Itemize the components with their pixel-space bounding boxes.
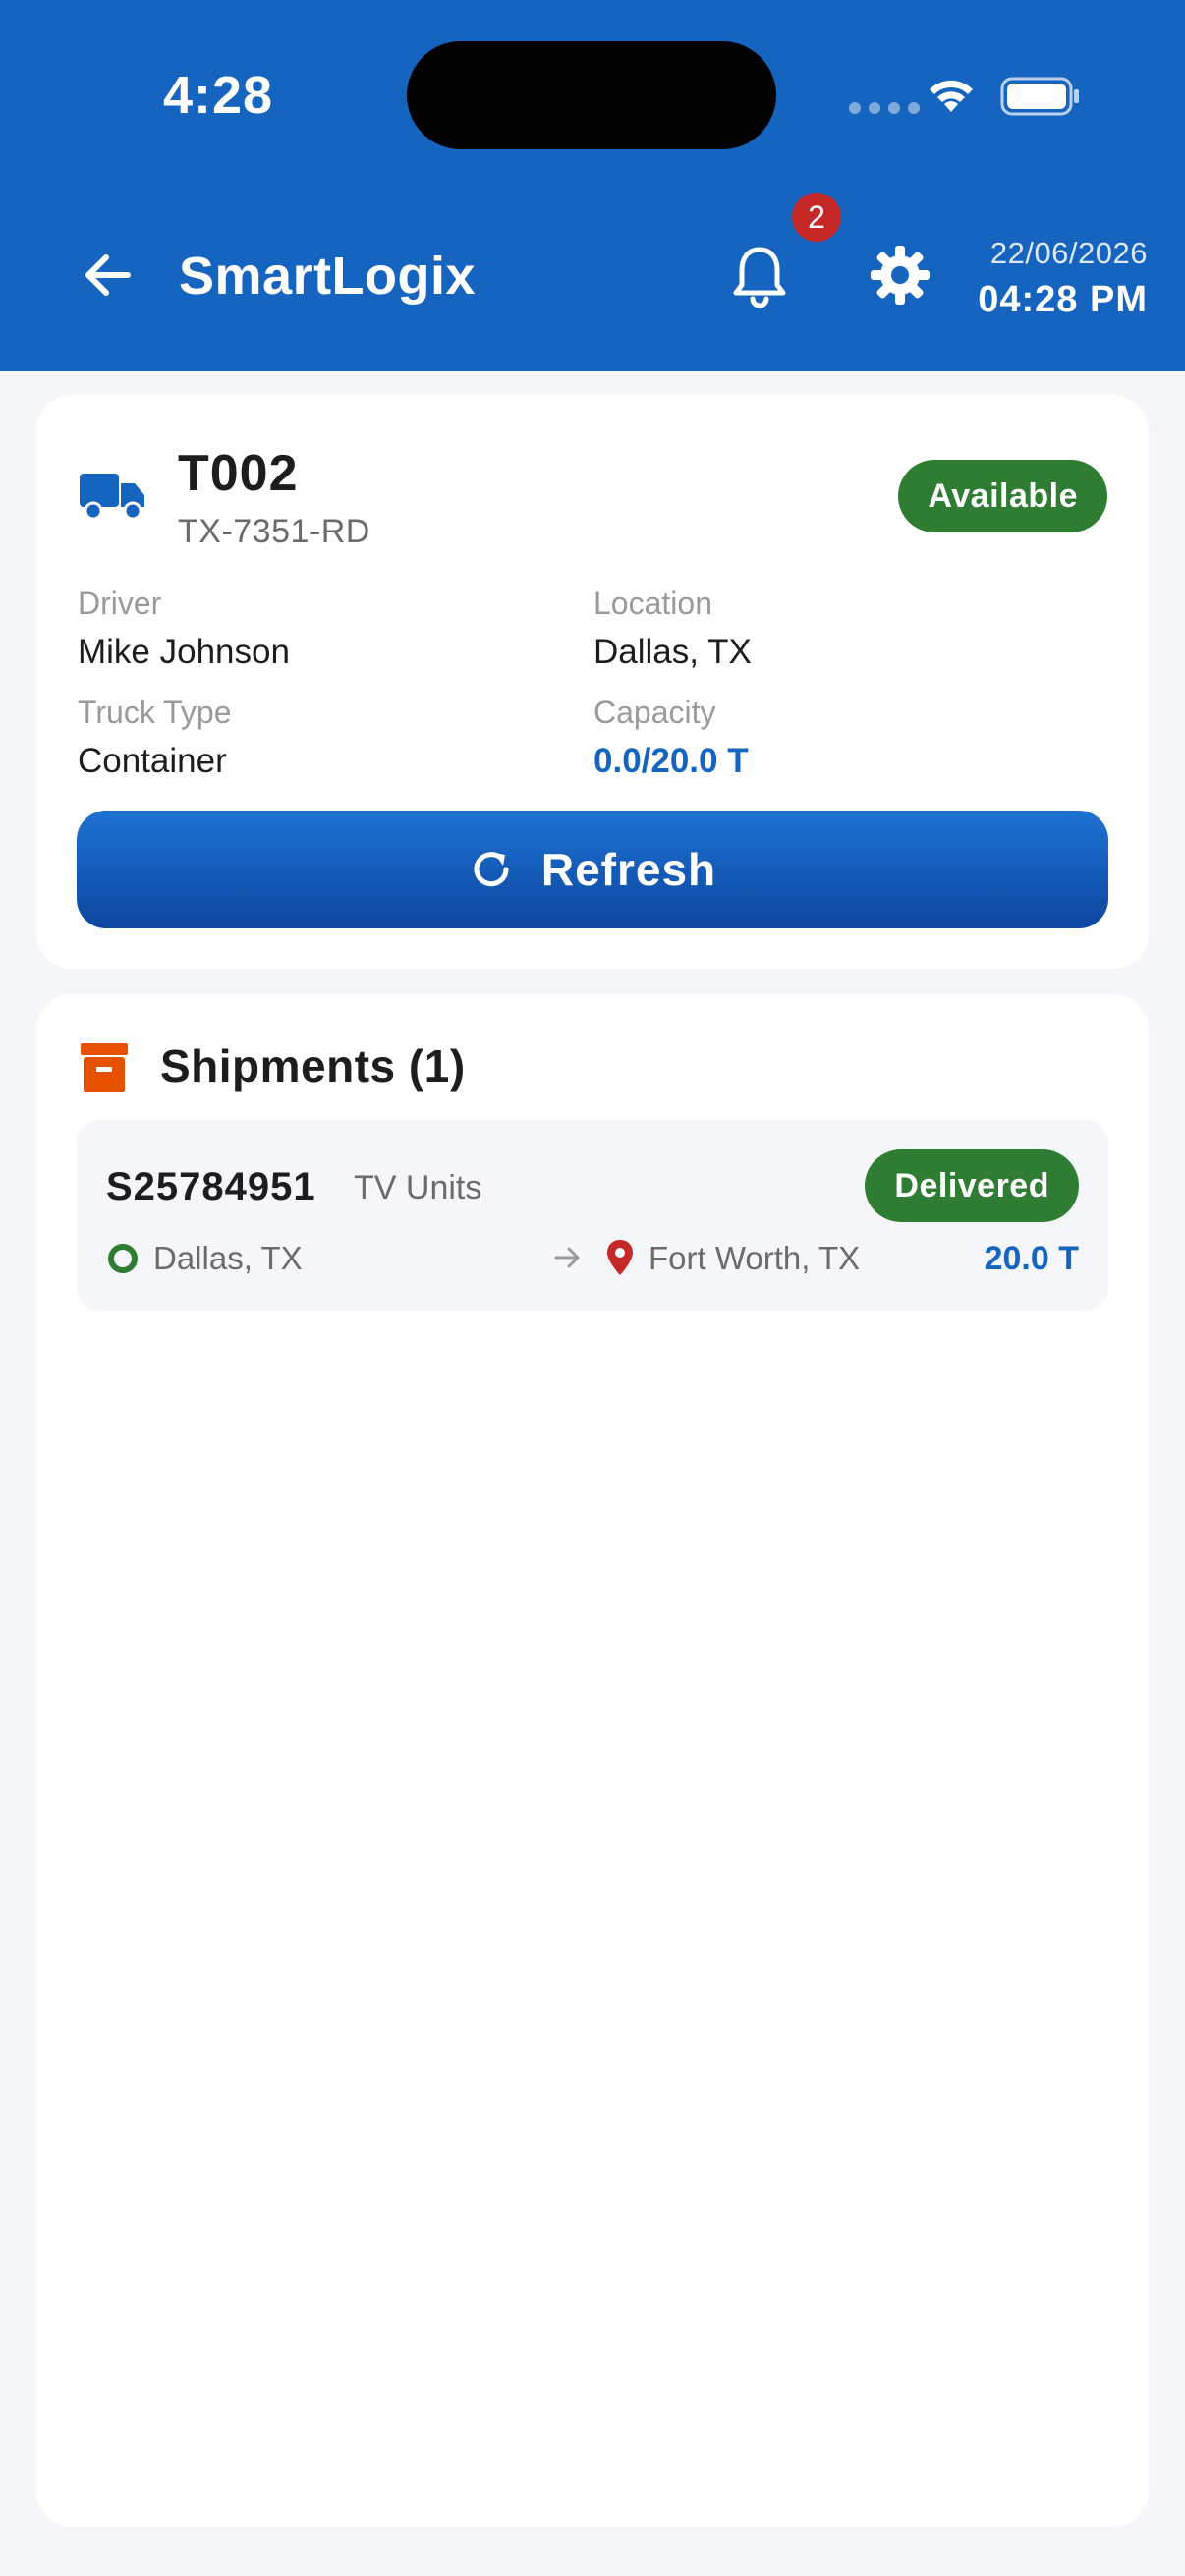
truck-detail-card: T002 TX-7351-RD Available Driver Mike Jo… bbox=[36, 395, 1149, 969]
archive-box-icon bbox=[81, 1043, 128, 1092]
app-title: SmartLogix bbox=[179, 247, 477, 306]
arrow-right-icon bbox=[554, 1247, 580, 1268]
dynamic-island bbox=[407, 41, 776, 149]
status-bar-time: 4:28 bbox=[163, 66, 274, 125]
origin-circle-icon bbox=[108, 1244, 138, 1273]
header-date: 22/06/2026 bbox=[989, 236, 1148, 270]
driver-label: Driver bbox=[78, 586, 162, 621]
capacity-label: Capacity bbox=[593, 695, 716, 730]
app-header: 4:28 SmartLogix 2 22/06/2026 04:28 PM bbox=[0, 0, 1185, 371]
location-pin-icon bbox=[607, 1240, 633, 1275]
shipment-origin: Dallas, TX bbox=[153, 1240, 303, 1276]
shipments-card: Shipments (1) S25784951 TV Units Deliver… bbox=[36, 994, 1149, 2527]
capacity-value: 0.0/20.0 T bbox=[593, 742, 749, 780]
wifi-icon bbox=[930, 80, 973, 112]
truck-id: T002 bbox=[178, 445, 299, 502]
shipment-list-item[interactable]: S25784951 TV Units Delivered Dallas, TX … bbox=[77, 1120, 1108, 1311]
refresh-button[interactable]: Refresh bbox=[77, 811, 1108, 928]
notification-badge: 2 bbox=[792, 193, 841, 242]
driver-value: Mike Johnson bbox=[78, 633, 290, 671]
gear-icon[interactable] bbox=[869, 244, 931, 307]
shipments-title: Shipments (1) bbox=[160, 1040, 466, 1092]
shipment-weight: 20.0 T bbox=[984, 1240, 1079, 1277]
truck-icon bbox=[80, 474, 144, 521]
shipment-status-badge: Delivered bbox=[865, 1149, 1079, 1222]
header-clock: 04:28 PM bbox=[978, 279, 1148, 320]
location-value: Dallas, TX bbox=[593, 633, 752, 671]
refresh-icon bbox=[474, 852, 509, 887]
refresh-label: Refresh bbox=[540, 844, 717, 895]
truck-type-label: Truck Type bbox=[78, 695, 232, 730]
truck-status-badge: Available bbox=[898, 460, 1107, 532]
shipment-cargo: TV Units bbox=[354, 1169, 482, 1206]
battery-icon bbox=[1000, 77, 1079, 116]
truck-plate: TX-7351-RD bbox=[178, 513, 370, 550]
shipment-destination: Fort Worth, TX bbox=[649, 1240, 861, 1276]
bell-icon[interactable] bbox=[729, 244, 790, 308]
cellular-signal-icon bbox=[849, 102, 920, 114]
truck-type-value: Container bbox=[78, 742, 227, 780]
shipment-id: S25784951 bbox=[106, 1165, 316, 1208]
location-label: Location bbox=[593, 586, 712, 621]
back-arrow-icon[interactable] bbox=[77, 244, 140, 307]
